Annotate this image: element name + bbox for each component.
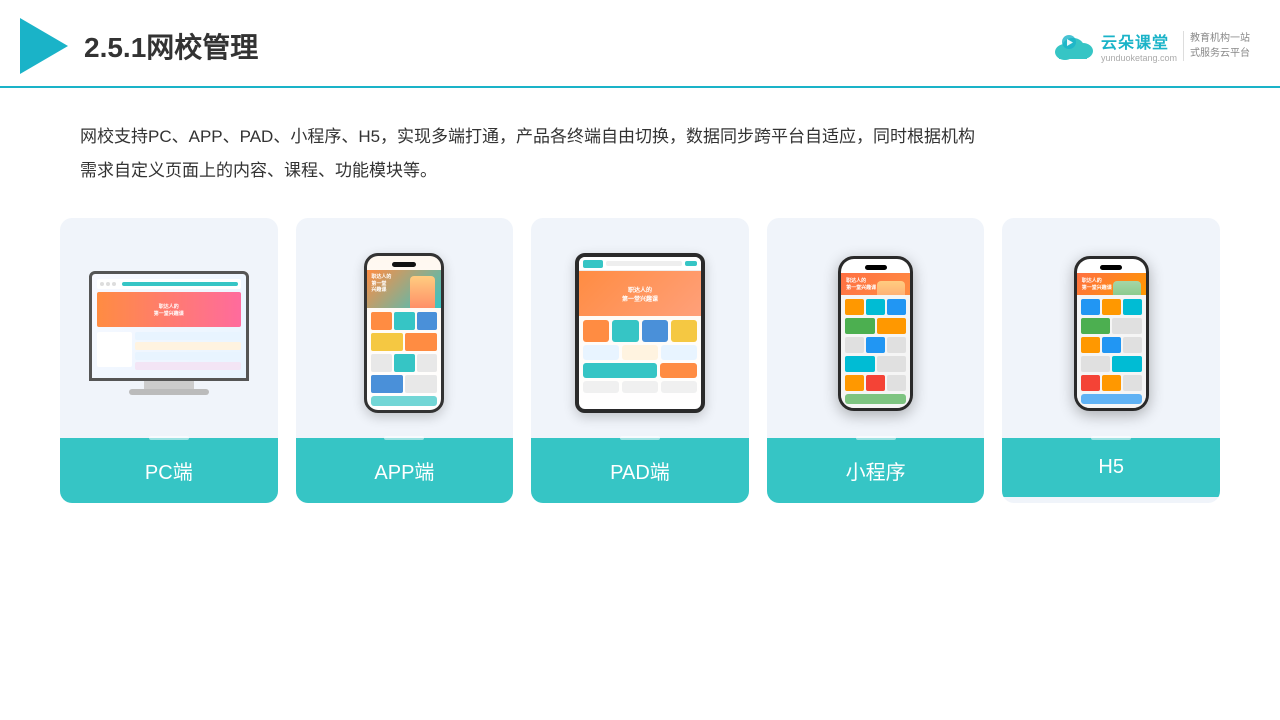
card-h5-label: H5 [1002,438,1220,497]
card-app-label: APP端 [296,438,514,503]
card-app: 职达人的第一堂兴趣课 [296,218,514,503]
brand-slogan-2: 式服务云平台 [1190,46,1250,61]
description-text: 网校支持PC、APP、PAD、小程序、H5，实现多端打通，产品各终端自由切换，数… [80,120,1200,154]
card-pad-label-wrapper: PAD端 [531,438,749,503]
cards-container: 职达人的第一堂兴趣课 [0,208,1280,533]
card-pad-image: 职达人的第一堂兴趣课 [531,218,749,438]
play-icon [20,18,68,74]
card-app-image: 职达人的第一堂兴趣课 [296,218,514,438]
brand-name: 云朵课堂 [1101,29,1177,53]
brand-logo-icon: 云朵课堂 yunduoketang.com 教育机构一站 式服务云平台 [1051,29,1250,63]
card-pc: 职达人的第一堂兴趣课 [60,218,278,503]
brand-logo: 云朵课堂 yunduoketang.com 教育机构一站 式服务云平台 [1051,29,1250,63]
card-h5-label-wrapper: H5 [1002,438,1220,497]
card-pc-label: PC端 [60,438,278,503]
card-miniprogram-image: 职达人的第一堂兴趣课 [767,218,985,438]
miniprogram-mockup: 职达人的第一堂兴趣课 [838,256,913,411]
title-text: 网校管理 [146,32,258,63]
card-miniprogram: 职达人的第一堂兴趣课 [767,218,985,503]
card-pad-label: PAD端 [531,438,749,503]
card-h5-image: 职达人的第一堂兴趣课 [1002,218,1220,438]
card-miniprogram-label: 小程序 [767,438,985,503]
tablet-mockup: 职达人的第一堂兴趣课 [575,253,705,413]
card-pc-label-wrapper: PC端 [60,438,278,503]
cloud-icon [1051,32,1095,60]
app-phone-mockup: 职达人的第一堂兴趣课 [364,253,444,413]
header-left: 2.5.1网校管理 [20,18,258,74]
brand-slogan-1: 教育机构一站 [1190,31,1250,46]
pc-mockup: 职达人的第一堂兴趣课 [89,271,249,395]
card-pc-image: 职达人的第一堂兴趣课 [60,218,278,438]
section-number: 2.5.1 [84,32,146,63]
description: 网校支持PC、APP、PAD、小程序、H5，实现多端打通，产品各终端自由切换，数… [0,88,1280,208]
pc-screen: 职达人的第一堂兴趣课 [89,271,249,381]
page-title: 2.5.1网校管理 [84,26,258,66]
card-h5: 职达人的第一堂兴趣课 [1002,218,1220,503]
card-pad: 职达人的第一堂兴趣课 [531,218,749,503]
h5-mockup: 职达人的第一堂兴趣课 [1074,256,1149,411]
header: 2.5.1网校管理 云朵课堂 yunduoketang.com 教育机构一站 式… [0,0,1280,88]
card-miniprogram-label-wrapper: 小程序 [767,438,985,503]
description-text-2: 需求自定义页面上的内容、课程、功能模块等。 [80,154,1200,188]
brand-url: yunduoketang.com [1101,53,1177,63]
card-app-label-wrapper: APP端 [296,438,514,503]
